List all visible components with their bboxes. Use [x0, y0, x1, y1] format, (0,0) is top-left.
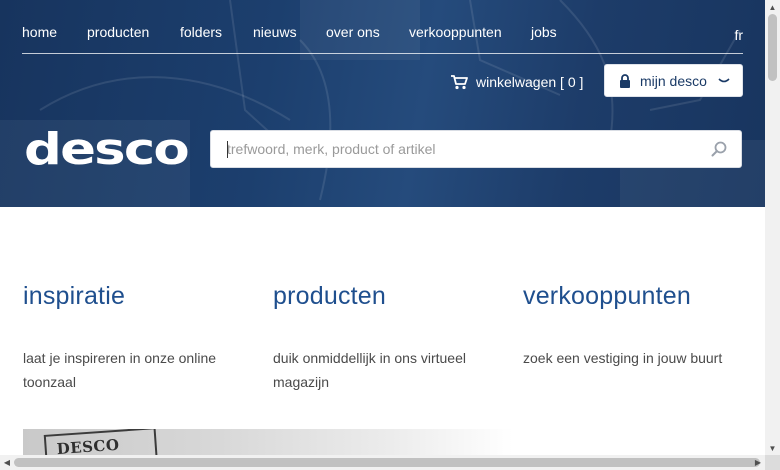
chevron-down-icon — [718, 77, 730, 82]
nav-home[interactable]: home — [22, 24, 57, 40]
account-label: mijn desco — [640, 72, 707, 89]
nav-nieuws[interactable]: nieuws — [253, 24, 297, 40]
scrollbar-corner — [765, 455, 780, 470]
section-verkooppunten[interactable]: verkooppunten zoek een vestiging in jouw… — [523, 280, 733, 370]
desco-logo[interactable]: desco — [24, 126, 190, 172]
nav-producten[interactable]: producten — [87, 24, 149, 40]
scroll-right-arrow-icon[interactable]: ▶ — [751, 455, 765, 470]
top-navigation: home producten folders nieuws over ons v… — [22, 0, 743, 54]
search-input[interactable] — [211, 131, 691, 167]
search-icon[interactable] — [711, 141, 727, 157]
nav-verkooppunten[interactable]: verkooppunten — [409, 24, 502, 40]
nav-folders[interactable]: folders — [180, 24, 222, 40]
section-title[interactable]: inspiratie — [23, 280, 233, 312]
logo-text: desco — [24, 126, 188, 172]
text-cursor — [227, 141, 228, 158]
scroll-down-arrow-icon[interactable]: ▼ — [765, 441, 780, 455]
nav-over-ons[interactable]: over ons — [326, 24, 380, 40]
scroll-left-arrow-icon[interactable]: ◀ — [0, 455, 14, 470]
header-banner: home producten folders nieuws over ons v… — [0, 0, 765, 207]
vertical-scroll-thumb[interactable] — [768, 14, 777, 81]
language-switch-fr[interactable]: fr — [734, 27, 743, 43]
cart-label: winkelwagen [ 0 ] — [476, 74, 584, 90]
section-text: zoek een vestiging in jouw buurt — [523, 350, 723, 366]
horizontal-scrollbar[interactable]: ◀ ▶ — [0, 455, 765, 470]
section-title[interactable]: producten — [273, 280, 483, 312]
search-box — [210, 130, 742, 168]
section-producten[interactable]: producten duik onmiddellijk in ons virtu… — [273, 280, 483, 394]
section-text: laat je inspireren in onze online toonza… — [23, 350, 217, 390]
section-inspiratie[interactable]: inspiratie laat je inspireren in onze on… — [23, 280, 233, 394]
horizontal-scroll-thumb[interactable] — [14, 458, 760, 467]
section-text: duik onmiddellijk in ons virtueel magazi… — [273, 350, 466, 390]
account-dropdown-button[interactable]: mijn desco — [604, 64, 743, 97]
cart-link[interactable]: winkelwagen [ 0 ] — [450, 72, 583, 92]
vertical-scrollbar[interactable]: ▲ ▼ — [765, 0, 780, 455]
lock-icon — [620, 73, 630, 88]
nav-jobs[interactable]: jobs — [531, 24, 557, 40]
cart-icon — [451, 75, 468, 90]
scroll-up-arrow-icon[interactable]: ▲ — [765, 0, 780, 14]
section-title[interactable]: verkooppunten — [523, 280, 733, 312]
